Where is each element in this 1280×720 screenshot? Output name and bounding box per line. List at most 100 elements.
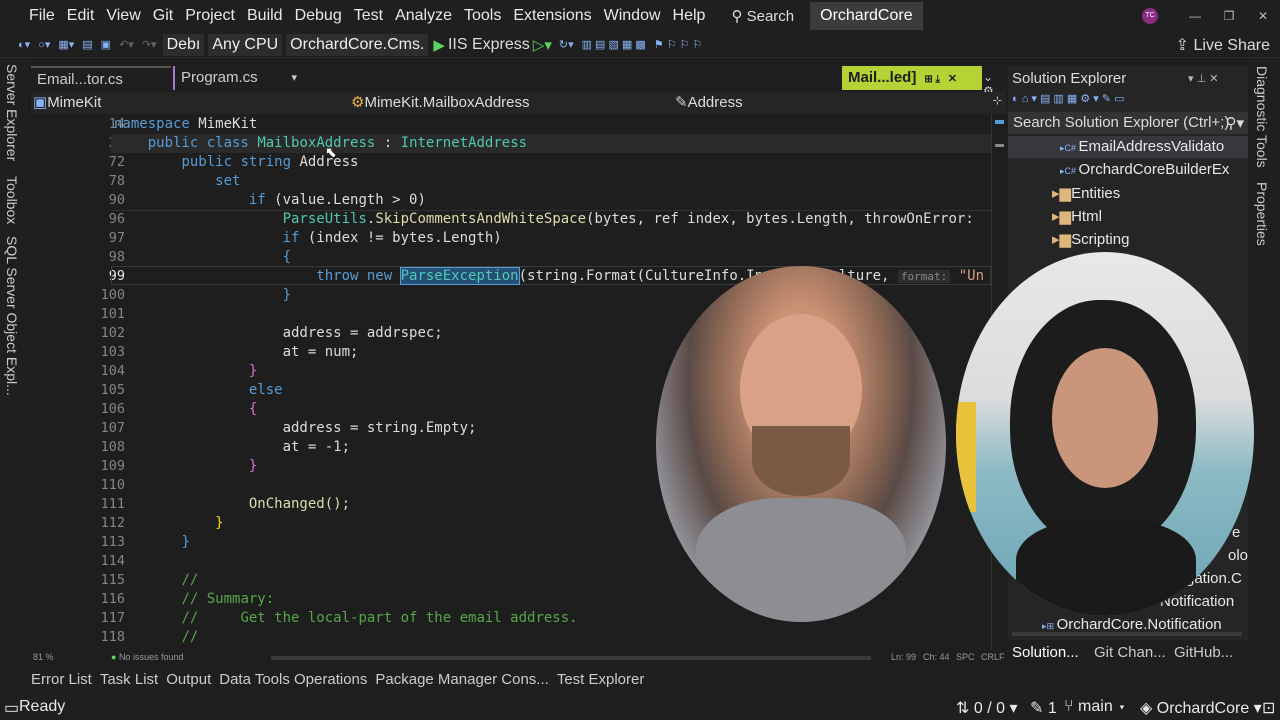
code-line: namespace MimeKit — [114, 116, 258, 132]
errors-indicator[interactable]: ⇅ 0 / 0 ▾ — [956, 698, 1017, 718]
back-icon[interactable]: ◐▾ — [14, 38, 34, 51]
horizontal-scrollbar[interactable] — [271, 656, 871, 660]
branch-selector[interactable]: ⑂ main ▾ — [1064, 698, 1127, 716]
solution-item[interactable]: ▸C# EmailAddressValidato — [1060, 138, 1224, 155]
notifications-icon[interactable]: ⊡ — [1262, 698, 1275, 718]
menu-edit[interactable]: Edit — [61, 0, 101, 32]
issues-indicator[interactable]: ● No issues found — [111, 652, 183, 662]
bookmark-icon[interactable]: ⚑ ⚐ ⚐ ⚐ — [650, 38, 707, 51]
code-line: else — [248, 382, 283, 398]
menu-tools[interactable]: Tools — [458, 0, 507, 32]
tab-mailbox-address[interactable]: Mail...led] ⊞ ⤓ ✕ — [842, 66, 982, 90]
solution-item[interactable]: ▸C# OrchardCoreBuilderEx — [1060, 161, 1229, 178]
menu-git[interactable]: Git — [147, 0, 179, 32]
zoom-level[interactable]: 81 % — [33, 652, 54, 662]
menu-analyze[interactable]: Analyze — [389, 0, 458, 32]
menu-file[interactable]: File — [0, 0, 61, 32]
toolbox-tab[interactable]: Toolbox — [4, 176, 20, 224]
project-dropdown[interactable]: ▣MimeKit — [33, 93, 351, 113]
undo-icon[interactable]: ↶▾ — [115, 38, 138, 51]
menu-test[interactable]: Test — [348, 0, 389, 32]
open-icon[interactable]: ▤ — [78, 38, 96, 51]
pin-icon[interactable]: ⊞ ⤓ — [924, 74, 940, 85]
status-ready: Ready — [19, 698, 66, 715]
tab-github[interactable]: GitHub... — [1174, 644, 1233, 661]
play-icon[interactable]: ▶ — [430, 36, 448, 54]
tab-test-explorer[interactable]: Test Explorer — [557, 671, 645, 688]
member-dropdown[interactable]: ✎Address — [675, 93, 975, 113]
menu-project[interactable]: Project — [179, 0, 241, 32]
shirt-shape — [696, 498, 906, 622]
properties-tab[interactable]: Properties — [1254, 182, 1270, 246]
bottom-tool-tabs: Error List Task List Output Data Tools O… — [0, 666, 1280, 692]
tab-error-list[interactable]: Error List — [31, 671, 92, 688]
tab-email-validator[interactable]: Email...tor.cs — [31, 66, 171, 90]
search-button[interactable]: ⚲ Search — [723, 7, 802, 25]
csharp-file-icon: ▸C# — [1060, 166, 1079, 176]
se-horizontal-scrollbar[interactable] — [1012, 632, 1242, 636]
menu-build[interactable]: Build — [241, 0, 289, 32]
tab-package-manager[interactable]: Package Manager Cons... — [375, 671, 548, 688]
pending-changes[interactable]: ✎ 1 — [1030, 698, 1057, 718]
restore-icon[interactable]: ❐ — [1212, 9, 1246, 23]
solution-item[interactable]: ▸⊞ OrchardCore.Notification — [1042, 616, 1222, 633]
editor-status-strip: 81 % ● No issues found Ln: 99 Ch: 44 SPC… — [31, 650, 1006, 666]
code-line: // — [181, 629, 199, 645]
tab-label: Mail...led] — [848, 69, 917, 86]
tab-task-list[interactable]: Task List — [100, 671, 158, 688]
solution-item[interactable]: ▸▆Html — [1052, 207, 1102, 225]
menu-window[interactable]: Window — [598, 0, 667, 32]
solution-item[interactable]: ▸▆Scripting — [1052, 230, 1129, 248]
redo-icon[interactable]: ↷▾ — [138, 38, 161, 51]
split-icon[interactable]: ⊹ — [993, 94, 1002, 107]
server-explorer-tab[interactable]: Server Explorer — [4, 64, 20, 161]
pencil-icon: ✎ — [1030, 700, 1048, 717]
type-dropdown[interactable]: ⚙MimeKit.MailboxAddress — [351, 93, 671, 113]
toolbar-tools-icon[interactable]: ▥ ▤ ▧ ▦ ▩ — [578, 38, 650, 51]
menu-view[interactable]: View — [100, 0, 146, 32]
code-line: public string Address — [181, 154, 359, 170]
forward-icon[interactable]: ○▾ — [34, 38, 54, 51]
hot-reload-icon[interactable]: ↻▾ — [555, 38, 578, 51]
tab-data-tools[interactable]: Data Tools Operations — [219, 671, 367, 688]
config-dropdown[interactable]: Debı — [162, 33, 205, 56]
close-window-icon[interactable]: ✕ — [1246, 9, 1280, 23]
line-ending-indicator[interactable]: CRLF — [981, 652, 1005, 662]
share-icon: ⇪ — [1175, 36, 1194, 54]
platform-dropdown[interactable]: Any CPU — [208, 33, 283, 56]
solution-search-input[interactable]: Search Solution Explorer (Ctrl+;) ⚲▾ — [1008, 112, 1248, 134]
tab-git-changes[interactable]: Git Chan... — [1094, 644, 1166, 661]
startup-project-dropdown[interactable]: OrchardCore.Cms. — [286, 33, 429, 56]
panel-options-icon[interactable]: ▾ ⊥ ✕ — [1188, 72, 1218, 85]
close-tab-icon[interactable]: ▾ — [291, 66, 297, 90]
search-icon: ⚲ — [731, 8, 747, 25]
menu-extensions[interactable]: Extensions — [507, 0, 597, 32]
code-line: set — [215, 173, 241, 189]
whitespace-indicator[interactable]: SPC — [956, 652, 975, 662]
project-icon: ▸⊞ — [1042, 621, 1057, 631]
run-without-debug-icon[interactable]: ▷▾ — [530, 36, 555, 54]
user-avatar[interactable]: TC — [1142, 8, 1158, 24]
code-line: } — [248, 363, 258, 379]
tab-output[interactable]: Output — [166, 671, 211, 688]
tab-label: Program.cs — [181, 69, 258, 86]
new-project-icon[interactable]: ▦▾ — [54, 38, 78, 51]
tab-program[interactable]: Program.cs ▾ — [173, 66, 303, 90]
tab-solution-explorer[interactable]: Solution... — [1012, 644, 1079, 661]
menu-debug[interactable]: Debug — [289, 0, 348, 32]
repo-selector[interactable]: ◈ OrchardCore ▾ — [1140, 698, 1262, 718]
close-tab-icon[interactable]: ✕ — [948, 73, 957, 85]
menu-help[interactable]: Help — [667, 0, 712, 32]
run-target-button[interactable]: IIS Express — [448, 36, 530, 54]
live-share-button[interactable]: ⇪ Live Share — [1176, 35, 1270, 55]
sql-server-object-explorer-tab[interactable]: SQL Server Object Expl... — [4, 236, 20, 396]
folder-icon: ▸▆ — [1052, 185, 1072, 202]
solution-explorer-toolbar[interactable]: ◐ ⌂ ▾ ▤ ▥ ▦ ⚙ ▾ ✎ ▭ — [1012, 92, 1125, 105]
save-icon[interactable]: ▣ — [97, 38, 115, 51]
search-icon: ⚲▾ — [1225, 115, 1244, 132]
diagnostic-tools-tab[interactable]: Diagnostic Tools — [1254, 66, 1270, 168]
right-tool-rail: Diagnostic Tools Properties — [1250, 58, 1280, 666]
minimize-icon[interactable]: — — [1178, 9, 1212, 23]
webcam-presenter-2 — [956, 252, 1254, 616]
solution-item[interactable]: ▸▆Entities — [1052, 184, 1120, 202]
